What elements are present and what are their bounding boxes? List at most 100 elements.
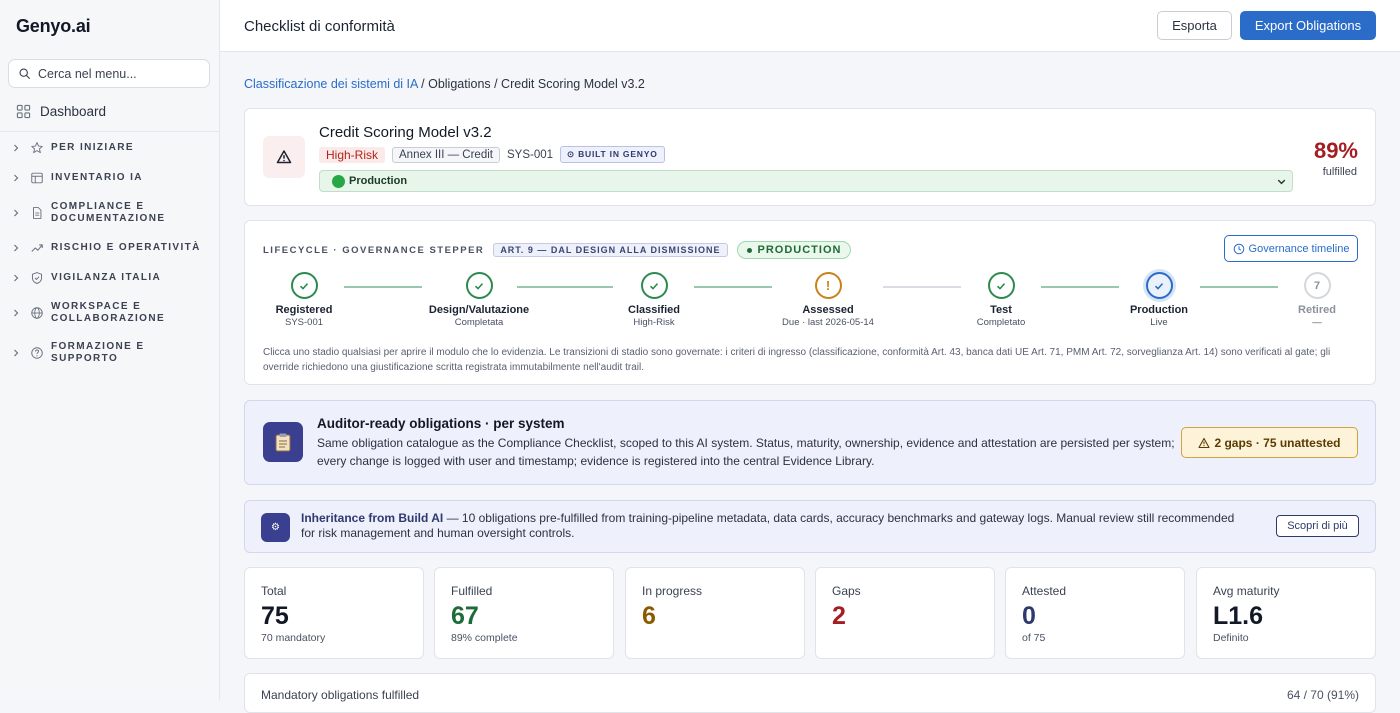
chevron-down-icon [1277, 179, 1286, 185]
current-stage-badge: PRODUCTION [736, 241, 852, 259]
lifecycle-card: LIFECYCLE · GOVERNANCE STEPPER ART. 9 — … [244, 220, 1376, 385]
stat-fulfilled: Fulfilled 67 89% complete [434, 567, 614, 659]
stage-sub: Live [1150, 317, 1168, 328]
search-icon [19, 68, 30, 79]
stage-number: 7 [1303, 272, 1331, 299]
breadcrumb: Classificazione dei sistemi di IA / Obli… [244, 77, 645, 91]
stat-avg-maturity: Avg maturity L1.6 Definito [1196, 567, 1376, 659]
stage-assessed[interactable]: ! Assessed Due · last 2026-05-14 [758, 272, 898, 328]
stage-sub: Completata [454, 317, 504, 328]
stat-value: 0 [1022, 602, 1036, 630]
stat-value: 67 [451, 602, 479, 630]
stage-design-valutazione[interactable]: Design/Valutazione Completata [409, 272, 549, 328]
sidebar-group-workspace[interactable]: WORKSPACE E COLLABORAZIONE [0, 301, 181, 325]
sidebar-group-compliance[interactable]: COMPLIANCE E DOCUMENTAZIONE [0, 201, 181, 225]
sidebar-item-dashboard[interactable]: Dashboard [0, 92, 219, 132]
chevron-right-icon [14, 274, 19, 282]
gaps-badge-label: 2 gaps · 75 unattested [1214, 435, 1341, 450]
stat-value: 75 [261, 602, 289, 630]
stage-sub: Completato [976, 317, 1026, 328]
stage-name: Registered [275, 304, 333, 316]
sidebar-search[interactable] [8, 59, 210, 88]
stage-sub: High-Risk [633, 317, 675, 328]
risk-badge: High-Risk [319, 146, 386, 163]
check-icon [465, 272, 493, 299]
stat-label: Fulfilled [451, 584, 493, 598]
stage-select[interactable]: Production [319, 170, 1293, 192]
stage-name: Assessed [802, 304, 854, 316]
status-dot [332, 174, 345, 188]
lifecycle-title: LIFECYCLE · GOVERNANCE STEPPER [263, 244, 485, 256]
gear-icon: ⚙ [261, 513, 290, 542]
stage-sub: — [1312, 317, 1322, 328]
auditor-text: Same obligation catalogue as the Complia… [317, 436, 1175, 468]
article-badge: ART. 9 — DAL DESIGN ALLA DISMISSIONE [493, 243, 728, 257]
annex-badge: Annex III — Credit [392, 146, 500, 163]
export-obligations-button[interactable]: Export Obligations [1240, 11, 1376, 40]
brand-logo[interactable]: Genyo.ai [0, 0, 219, 52]
stage-registered[interactable]: Registered SYS-001 [234, 272, 374, 328]
status-dot [746, 247, 752, 253]
inheritance-card: ⚙ Inheritance from Build AI — 10 obligat… [244, 500, 1376, 553]
governance-timeline-label: Governance timeline [1248, 242, 1350, 255]
stat-in-progress: In progress 6 [625, 567, 805, 659]
stage-retired[interactable]: 7 Retired — [1247, 272, 1387, 328]
stage-name: Production [1129, 304, 1189, 316]
sidebar-group-per-iniziare[interactable]: PER INIZIARE [0, 141, 134, 155]
governance-timeline-button[interactable]: Governance timeline [1224, 235, 1358, 262]
current-stage-label: PRODUCTION [757, 244, 842, 256]
sidebar-group-label: WORKSPACE E COLLABORAZIONE [51, 301, 166, 324]
stat-label: Gaps [832, 584, 861, 598]
search-input[interactable] [38, 66, 198, 81]
stat-value: L1.6 [1213, 602, 1264, 630]
stat-label: Attested [1022, 584, 1067, 598]
sidebar-group-inventario[interactable]: INVENTARIO IA [0, 171, 143, 185]
sidebar-group-vigilanza[interactable]: VIGILANZA ITALIA [0, 271, 161, 285]
stage-sub: Due · last 2026-05-14 [782, 317, 874, 328]
sidebar-group-label: PER INIZIARE [51, 142, 134, 153]
alert-icon: ! [814, 272, 842, 299]
lifecycle-note: Clicca uno stadio qualsiasi per aprire i… [263, 347, 1331, 373]
stage-select-value: Production [349, 175, 408, 187]
system-risk-icon-box [263, 136, 305, 178]
gaps-badge[interactable]: 2 gaps · 75 unattested [1181, 427, 1358, 458]
stage-classified[interactable]: Classified High-Risk [584, 272, 724, 328]
sidebar: Genyo.ai Dashboard PER INIZIARE INVENTAR… [0, 0, 220, 700]
stat-value: 2 [832, 602, 846, 630]
scopri-di-piu-button[interactable]: Scopri di più [1276, 515, 1359, 537]
chevron-right-icon [14, 309, 19, 317]
stage-name: Design/Valutazione [428, 304, 530, 316]
warning-icon [1198, 437, 1211, 448]
inheritance-title: Inheritance from Build AI [301, 511, 444, 525]
stat-attested: Attested 0 of 75 [1005, 567, 1185, 659]
table-icon [31, 172, 43, 184]
clock-icon [1233, 243, 1244, 254]
chevron-right-icon [14, 209, 19, 217]
stat-sub: 89% complete [451, 632, 518, 644]
stat-label: Avg maturity [1213, 584, 1280, 598]
sidebar-group-label: RISCHIO E OPERATIVITÀ [51, 242, 201, 253]
sidebar-group-label: COMPLIANCE E DOCUMENTAZIONE [51, 201, 166, 224]
sidebar-group-label: FORMAZIONE E SUPPORTO [51, 341, 145, 364]
check-icon [987, 272, 1015, 299]
grid-icon [16, 104, 31, 119]
stat-value: 6 [642, 602, 656, 630]
sidebar-group-rischio[interactable]: RISCHIO E OPERATIVITÀ [0, 241, 201, 255]
stage-name: Retired [1298, 304, 1336, 316]
auditor-title: Auditor-ready obligations · per system [317, 416, 565, 431]
shield-icon [31, 272, 43, 284]
stat-sub: of 75 [1022, 632, 1046, 644]
check-icon [1145, 272, 1173, 299]
breadcrumb-link-classificazione[interactable]: Classificazione dei sistemi di IA [244, 77, 418, 91]
trend-icon [31, 244, 43, 252]
chevron-right-icon [14, 144, 19, 152]
system-badges: High-Risk Annex III — Credit SYS-001 ⊙ B… [319, 146, 665, 163]
breadcrumb-trail: / Obligations / Credit Scoring Model v3.… [417, 77, 645, 91]
sidebar-group-formazione[interactable]: FORMAZIONE E SUPPORTO [0, 341, 171, 365]
clipboard-icon [263, 422, 303, 462]
stage-production[interactable]: Production Live [1089, 272, 1229, 328]
stage-test[interactable]: Test Completato [931, 272, 1071, 328]
esporta-button[interactable]: Esporta [1157, 11, 1232, 40]
check-icon [640, 272, 668, 299]
sidebar-item-label: Dashboard [40, 104, 107, 119]
